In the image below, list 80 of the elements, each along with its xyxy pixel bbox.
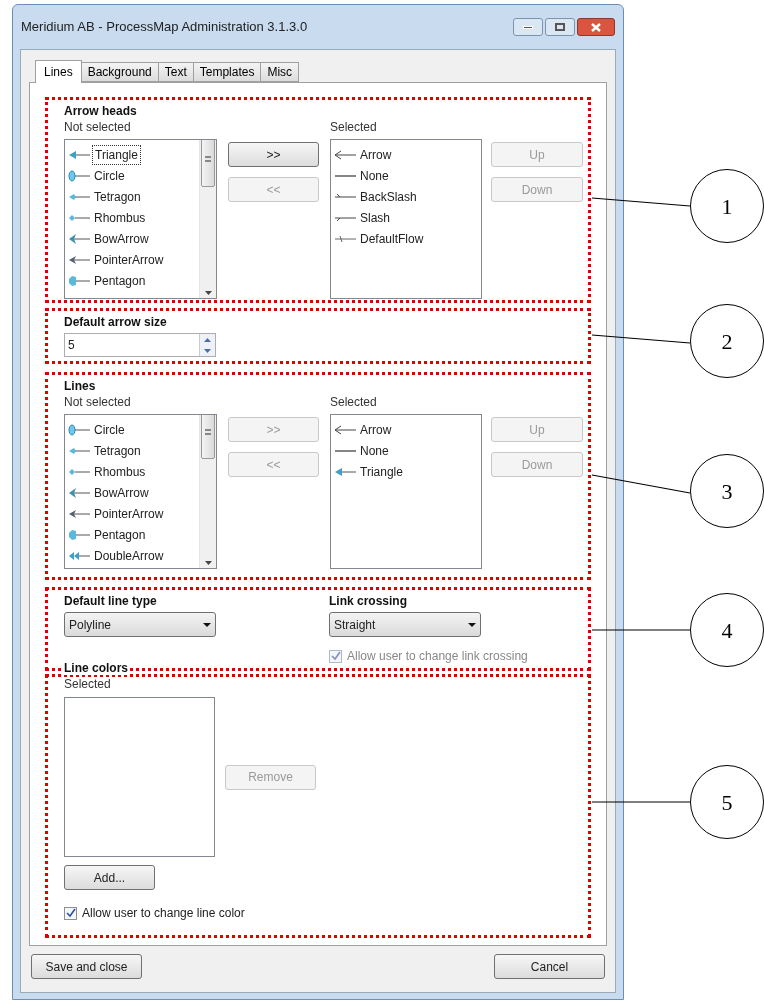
list-box[interactable]: Arrow None BackSlash Slash DefaultFlow [330,139,482,299]
window-title: Meridium AB - ProcessMap Administration 3.1.3.0 [21,18,308,37]
add-button[interactable]: Add... [64,865,155,890]
list-item[interactable]: Rhombus [68,207,199,228]
checkbox-label: Allow user to change link crossing [347,648,528,665]
pentagon-head-icon [68,274,91,287]
bow-arrow-icon [68,232,91,245]
checkbox-label: Allow user to change line color [82,905,245,922]
number-spinner[interactable]: 5 [64,333,216,357]
tab[interactable]: Templates [192,62,262,82]
bow-arrow-icon [68,486,91,499]
field-label: Not selected [64,119,132,136]
spin-up-icon[interactable] [204,337,211,342]
section-title: Lines [64,378,97,393]
list-item[interactable]: Pentagon [68,270,199,291]
tab[interactable]: Background [80,62,159,82]
section-title: Default line type [64,593,158,608]
list-box[interactable]: Circle Tetragon Rhombus BowArrow PointerArrow Pentagon DoubleArrow [64,414,217,569]
scroll-down-icon[interactable] [204,561,212,565]
field-label: Selected [64,676,112,693]
list-item[interactable]: BackSlash [334,186,481,207]
scroll-thumb[interactable] [201,415,215,459]
list-box[interactable]: Triangle Circle Tetragon Rhombus BowArrow PointerArrow Pentagon [64,139,217,299]
dropdown-caret-icon [468,622,476,627]
dropdown[interactable]: Straight [329,612,481,637]
scroll-thumb[interactable] [201,140,215,187]
list-item[interactable]: Triangle [68,144,199,165]
field-label: Selected [330,119,378,136]
tab[interactable]: Text [157,62,194,82]
section-title: Arrow heads [64,103,138,118]
arrow-icon [334,148,357,161]
list-item[interactable]: Triangle [334,461,481,482]
move-button[interactable]: >> [228,142,319,167]
list-item[interactable]: Tetragon [68,186,199,207]
list-item[interactable]: Circle [68,165,199,186]
footer-button[interactable]: Cancel [494,954,605,979]
arrow-icon [334,423,357,436]
close-icon [591,22,601,32]
circle-head-icon [68,169,91,182]
field-label: Not selected [64,394,132,411]
tab[interactable]: Misc [260,62,300,82]
triangle-head-icon [334,465,357,478]
list-item[interactable]: DefaultFlow [334,228,481,249]
list-item[interactable]: Arrow [334,419,481,440]
list-item[interactable]: Slash [334,207,481,228]
footer-button[interactable]: Save and close [31,954,142,979]
list-item[interactable]: None [334,440,481,461]
list-box[interactable]: Arrow None Triangle [330,414,482,569]
list-item[interactable]: BowArrow [68,482,199,503]
spin-down-icon[interactable] [204,348,211,353]
list-item[interactable]: None [334,165,481,186]
circle-head-icon [68,423,91,436]
section-title: Link crossing [329,593,409,608]
dropdown-caret-icon [203,622,211,627]
maximize-button[interactable] [545,18,575,36]
list-box[interactable] [64,697,215,857]
list-item[interactable]: Tetragon [68,440,199,461]
list-item[interactable]: PointerArrow [68,503,199,524]
triangle-head-icon [68,148,91,161]
scrollbar[interactable] [199,415,216,568]
double-arrow-icon [68,549,91,562]
list-item[interactable]: Pentagon [68,524,199,545]
list-item[interactable]: BowArrow [68,228,199,249]
section-title: Default arrow size [64,314,168,329]
scrollbar[interactable] [199,140,216,298]
pointer-arrow-icon [68,253,91,266]
scroll-down-icon[interactable] [204,291,212,295]
checkbox[interactable] [64,906,77,920]
close-button[interactable] [577,18,615,36]
minimize-button[interactable] [513,18,543,36]
list-item[interactable]: Circle [68,419,199,440]
pentagon-head-icon [68,528,91,541]
pointer-arrow-icon [68,507,91,520]
dropdown[interactable]: Polyline [64,612,216,637]
tab[interactable]: Lines [35,60,82,83]
list-item[interactable]: Rhombus [68,461,199,482]
field-label: Selected [330,394,378,411]
list-item[interactable]: PointerArrow [68,249,199,270]
list-item[interactable]: DoubleArrow [68,545,199,566]
list-item[interactable]: Arrow [334,144,481,165]
